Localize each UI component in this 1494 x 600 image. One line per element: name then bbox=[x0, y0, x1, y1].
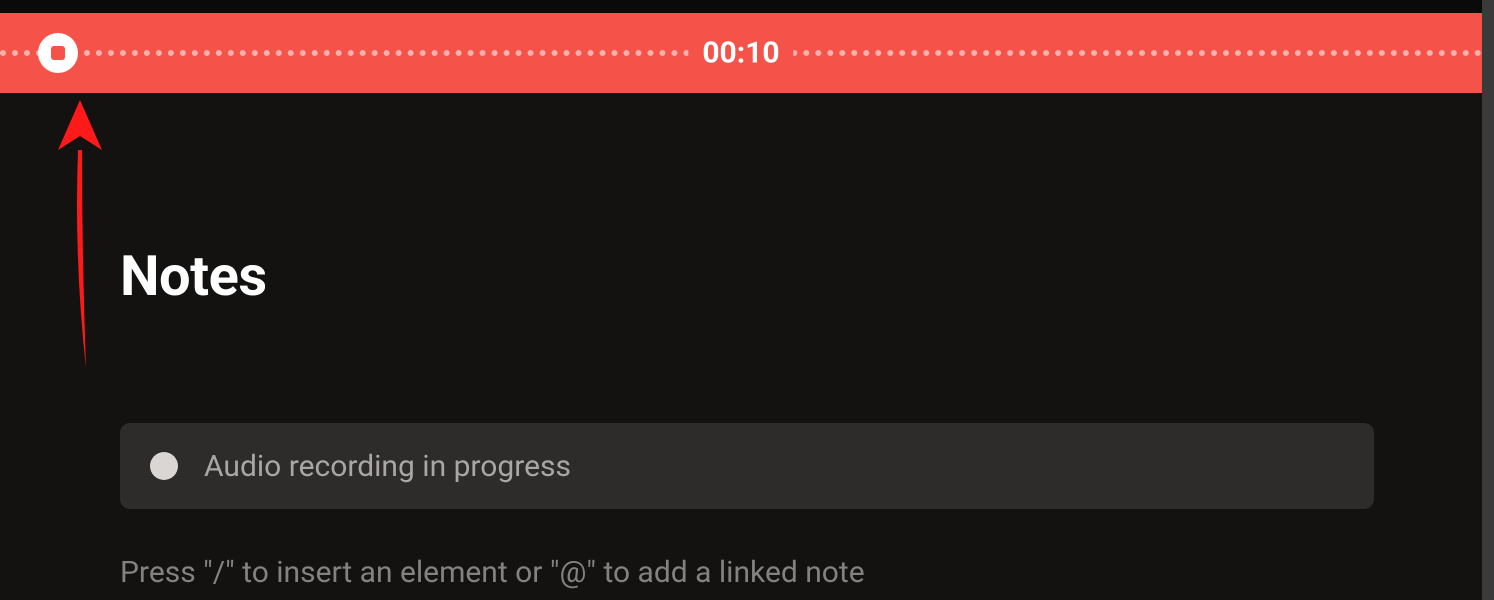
recording-status-text: Audio recording in progress bbox=[204, 449, 571, 484]
right-edge-strip bbox=[1482, 0, 1494, 600]
stop-recording-button[interactable] bbox=[38, 33, 78, 73]
page-content: Notes Audio recording in progress Press … bbox=[0, 243, 1494, 590]
top-strip bbox=[0, 0, 1494, 13]
page-title: Notes bbox=[120, 243, 1374, 309]
recording-bar: 00:10 bbox=[0, 13, 1482, 93]
recording-elapsed-time: 00:10 bbox=[688, 36, 793, 71]
record-indicator-icon bbox=[150, 452, 178, 480]
stop-icon bbox=[51, 46, 65, 60]
recording-status-block[interactable]: Audio recording in progress bbox=[120, 423, 1374, 509]
editor-placeholder-hint[interactable]: Press "/" to insert an element or "@" to… bbox=[120, 555, 1374, 590]
